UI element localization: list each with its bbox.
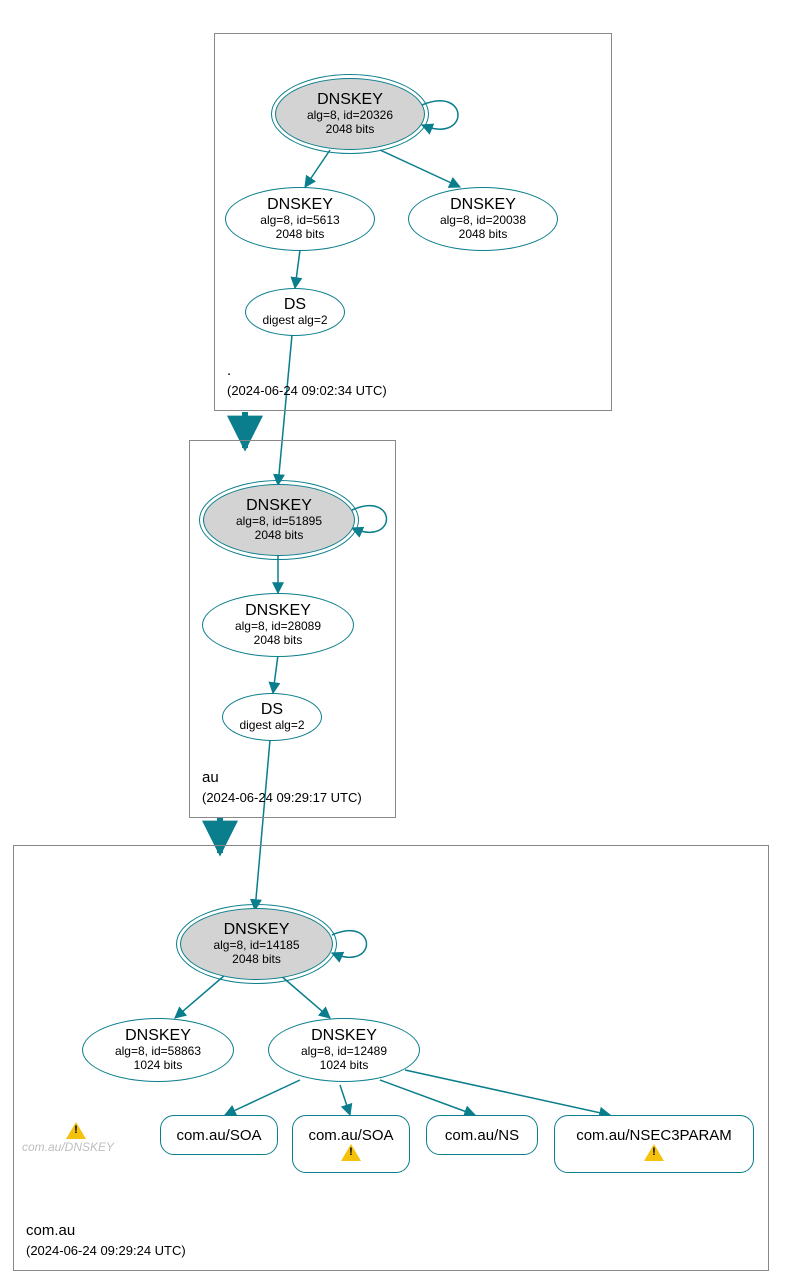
zone-comau-name: com.au: [26, 1222, 75, 1239]
node-au-ds[interactable]: DS digest alg=2: [222, 693, 322, 741]
zone-au-ts: (2024-06-24 09:29:17 UTC): [202, 790, 362, 805]
node-root-ksk[interactable]: DNSKEY alg=8, id=20326 2048 bits: [275, 78, 425, 150]
node-title: DNSKEY: [317, 91, 383, 109]
warning-icon: [341, 1144, 361, 1161]
rr-comau-soa-1[interactable]: com.au/SOA: [160, 1115, 278, 1155]
zone-root-name: .: [227, 362, 231, 379]
rr-comau-nsec3param[interactable]: com.au/NSEC3PARAM: [554, 1115, 754, 1173]
zone-root-ts: (2024-06-24 09:02:34 UTC): [227, 383, 387, 398]
rr-comau-ns[interactable]: com.au/NS: [426, 1115, 538, 1155]
node-au-zsk[interactable]: DNSKEY alg=8, id=28089 2048 bits: [202, 593, 354, 657]
zone-au-name: au: [202, 769, 219, 786]
node-root-zsk2[interactable]: DNSKEY alg=8, id=20038 2048 bits: [408, 187, 558, 251]
node-comau-ksk[interactable]: DNSKEY alg=8, id=14185 2048 bits: [180, 908, 333, 980]
node-root-zsk1[interactable]: DNSKEY alg=8, id=5613 2048 bits: [225, 187, 375, 251]
node-comau-zsk2[interactable]: DNSKEY alg=8, id=12489 1024 bits: [268, 1018, 420, 1082]
node-root-ds[interactable]: DS digest alg=2: [245, 288, 345, 336]
node-comau-zsk1[interactable]: DNSKEY alg=8, id=58863 1024 bits: [82, 1018, 234, 1082]
rr-comau-soa-2[interactable]: com.au/SOA: [292, 1115, 410, 1173]
node-au-ksk[interactable]: DNSKEY alg=8, id=51895 2048 bits: [203, 484, 355, 556]
warning-icon: [644, 1144, 664, 1161]
zone-comau-ts: (2024-06-24 09:29:24 UTC): [26, 1243, 186, 1258]
ghost-comau-dnskey: com.au/DNSKEY: [22, 1140, 114, 1154]
